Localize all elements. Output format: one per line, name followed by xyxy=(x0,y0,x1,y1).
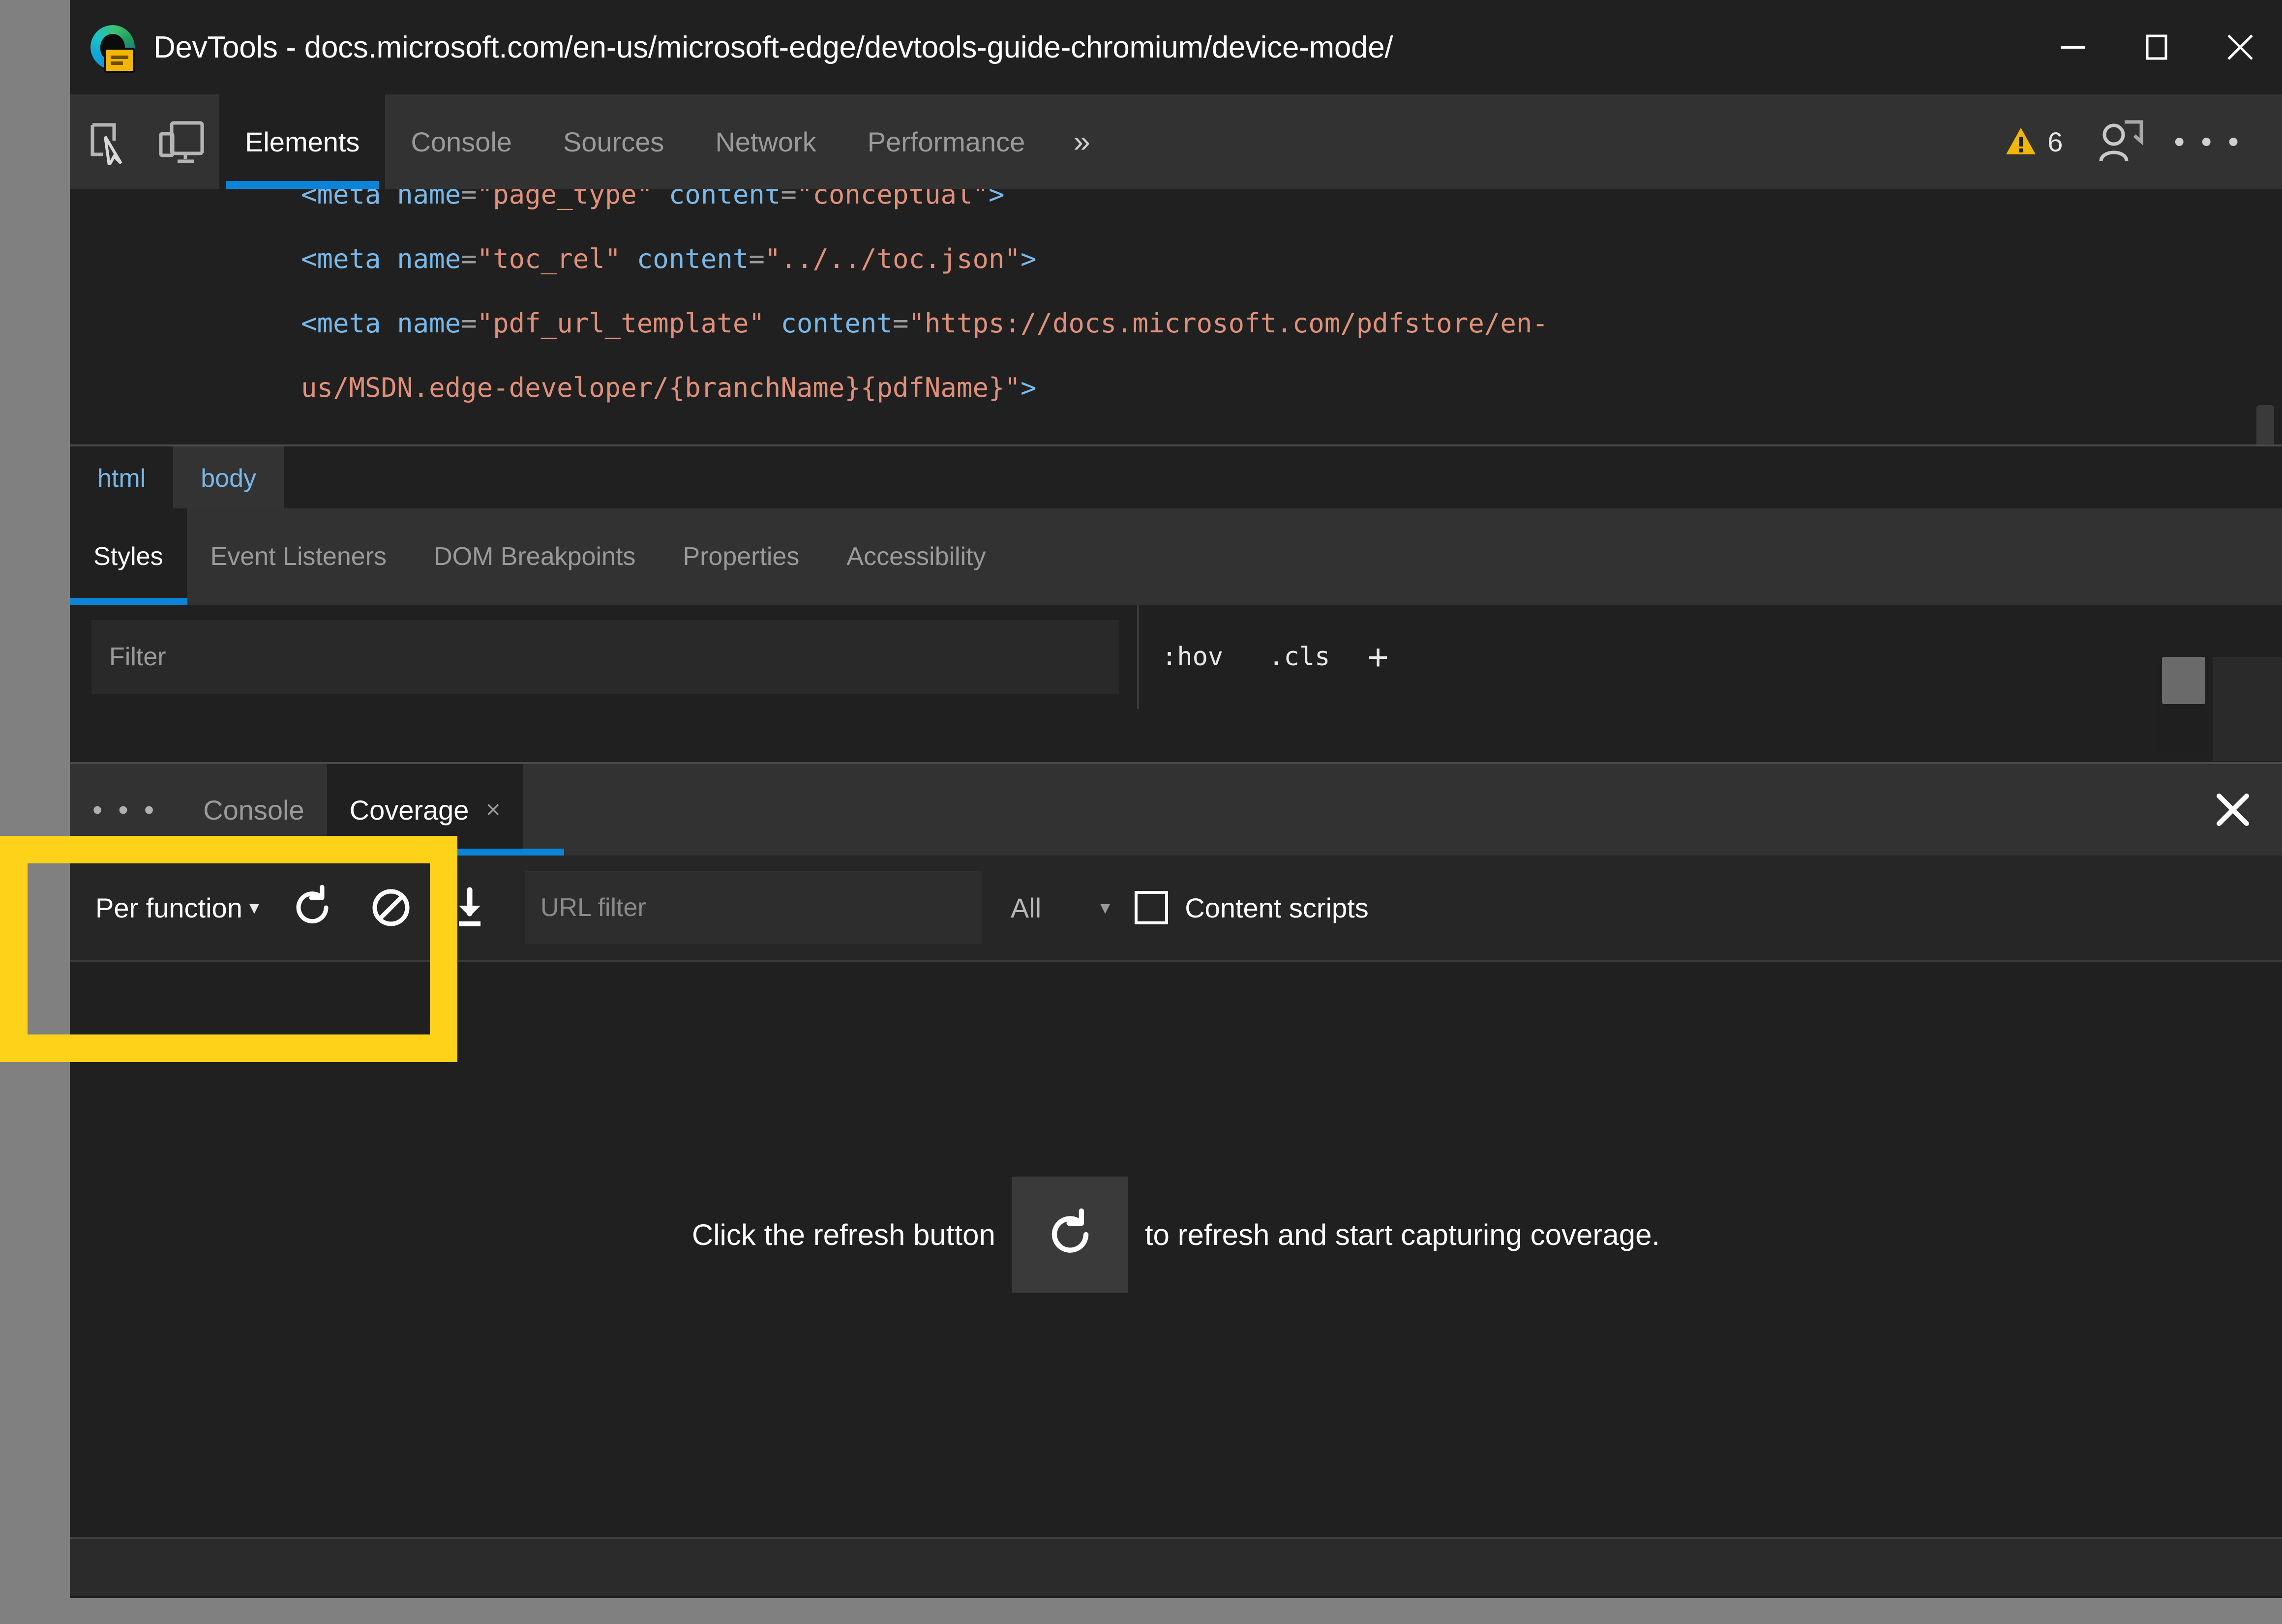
coverage-reload-button[interactable] xyxy=(273,856,352,960)
coverage-empty-message: Click the refresh button to refresh and … xyxy=(692,1177,1660,1293)
dom-line-toc-rel[interactable]: <meta name="toc_rel" content="../../toc.… xyxy=(70,227,2282,291)
screenshot-root: DevTools - docs.microsoft.com/en-us/micr… xyxy=(0,0,2282,1624)
tab-properties[interactable]: Properties xyxy=(659,508,823,605)
tab-event-listeners-label: Event Listeners xyxy=(210,542,387,571)
content-scripts-checkbox[interactable] xyxy=(1135,891,1169,924)
drawer-tabbar: • • • Console Coverage × xyxy=(70,764,2282,856)
tab-accessibility-label: Accessibility xyxy=(846,542,986,571)
close-drawer-icon xyxy=(2217,794,2249,826)
microsoft-edge-devtools-logo-icon xyxy=(85,19,141,75)
maximize-button[interactable] xyxy=(2115,0,2198,94)
dom-tree-scrollbar-thumb[interactable] xyxy=(2256,405,2274,444)
download-icon xyxy=(458,887,480,926)
panel-tabbar-right-controls: 6 • • • xyxy=(2003,94,2282,189)
warning-triangle-icon xyxy=(2006,128,2036,154)
drawer-tab-console-label: Console xyxy=(203,794,304,826)
window-title: DevTools - docs.microsoft.com/en-us/micr… xyxy=(153,30,1393,64)
drawer-tab-console[interactable]: Console xyxy=(180,764,327,856)
tab-styles[interactable]: Styles xyxy=(70,508,187,605)
reload-icon xyxy=(296,885,329,924)
dom-line-pdf-url-template[interactable]: <meta name="pdf_url_template" content="h… xyxy=(70,291,2282,355)
coverage-type-filter-label: All xyxy=(1010,892,1042,923)
tab-dom-breakpoints[interactable]: DOM Breakpoints xyxy=(410,508,659,605)
breadcrumb-item-body[interactable]: body xyxy=(173,446,284,510)
dom-line-clipped[interactable]: <meta name="page_type" content="conceptu… xyxy=(70,189,2282,227)
close-drawer-button[interactable] xyxy=(2184,764,2282,856)
coverage-status-bar xyxy=(70,1537,2282,1596)
tab-sources-label: Sources xyxy=(563,126,664,157)
tab-elements-label: Elements xyxy=(245,126,360,157)
coverage-clear-button[interactable] xyxy=(352,856,430,960)
close-button[interactable] xyxy=(2198,0,2282,94)
cls-toggle-button[interactable]: .cls xyxy=(1246,642,1352,672)
content-scripts-label: Content scripts xyxy=(1185,892,1369,923)
drawer-tab-coverage-label: Coverage xyxy=(349,794,469,826)
coverage-export-button[interactable] xyxy=(430,856,509,960)
breadcrumb-item-html-label: html xyxy=(97,464,146,493)
styles-filter-toolbar: Filter :hov .cls + xyxy=(70,605,2282,709)
coverage-empty-text-after: to refresh and start capturing coverage. xyxy=(1144,1218,1660,1251)
tab-properties-label: Properties xyxy=(683,542,800,571)
device-emulation-icon[interactable] xyxy=(145,94,219,189)
tab-elements[interactable]: Elements xyxy=(219,94,386,189)
title-bar: DevTools - docs.microsoft.com/en-us/micr… xyxy=(70,0,2282,94)
tab-accessibility[interactable]: Accessibility xyxy=(823,508,1009,605)
inspect-element-icon[interactable] xyxy=(70,94,145,189)
tab-styles-label: Styles xyxy=(93,542,163,571)
drawer-tab-coverage-close-icon[interactable]: × xyxy=(485,795,500,825)
breadcrumb-item-html[interactable]: html xyxy=(70,446,173,510)
hov-toggle-button[interactable]: :hov xyxy=(1139,642,1246,672)
tab-console-label: Console xyxy=(411,126,512,157)
styles-panel-right-rail xyxy=(2213,657,2282,761)
coverage-empty-state: Click the refresh button to refresh and … xyxy=(70,962,2282,1596)
styles-scrollbar-thumb[interactable] xyxy=(2162,657,2205,704)
tab-performance-label: Performance xyxy=(867,126,1025,157)
content-scripts-toggle[interactable]: Content scripts xyxy=(1135,891,1369,924)
warning-status[interactable]: 6 xyxy=(2003,124,2063,159)
drawer-more-tools-button[interactable]: • • • xyxy=(70,764,180,856)
new-style-rule-button[interactable]: + xyxy=(1352,636,1403,678)
tab-sources[interactable]: Sources xyxy=(538,94,690,189)
styles-scrollbar[interactable] xyxy=(2158,657,2209,753)
coverage-granularity-label: Per function xyxy=(95,892,242,923)
more-tabs-chevron-icon[interactable]: » xyxy=(1051,94,1112,189)
tab-network[interactable]: Network xyxy=(690,94,841,189)
tab-console[interactable]: Console xyxy=(385,94,537,189)
devtools-panel-tabbar: Elements Console Sources Network Perform… xyxy=(70,94,2282,189)
tab-performance[interactable]: Performance xyxy=(842,94,1051,189)
breadcrumb: html body xyxy=(70,444,2282,510)
coverage-type-filter-select[interactable]: All ▾ xyxy=(1011,892,1110,924)
tab-dom-breakpoints-label: DOM Breakpoints xyxy=(434,542,636,571)
minimize-button[interactable] xyxy=(2031,0,2115,94)
chevron-down-icon: ▾ xyxy=(1100,897,1111,918)
breadcrumb-item-body-label: body xyxy=(201,464,257,493)
more-options-button[interactable]: • • • xyxy=(2157,124,2259,159)
drawer-tab-coverage[interactable]: Coverage × xyxy=(327,764,564,856)
refresh-icon xyxy=(1051,1208,1089,1253)
coverage-granularity-dropdown[interactable]: Per function ▾ xyxy=(70,892,273,924)
chevron-down-icon: ▾ xyxy=(249,897,259,918)
tab-event-listeners[interactable]: Event Listeners xyxy=(187,508,410,605)
devtools-drawer: • • • Console Coverage × Per function ▾ … xyxy=(70,762,2282,1598)
styles-filter-input[interactable]: Filter xyxy=(91,620,1119,694)
coverage-toolbar: Per function ▾ URL filter All ▾ Content … xyxy=(70,856,2282,962)
styles-sidebar-tabbar: Styles Event Listeners DOM Breakpoints P… xyxy=(70,508,2282,605)
dom-tree-panel[interactable]: <meta name="page_type" content="conceptu… xyxy=(70,189,2282,444)
warning-count: 6 xyxy=(2047,126,2063,157)
dom-tree-scrollbar[interactable] xyxy=(2254,385,2276,444)
coverage-empty-text-before: Click the refresh button xyxy=(691,1218,995,1251)
devtools-window: DevTools - docs.microsoft.com/en-us/micr… xyxy=(70,0,2282,1598)
coverage-inline-refresh-button[interactable] xyxy=(1012,1177,1128,1293)
feedback-person-icon[interactable] xyxy=(2082,118,2157,165)
tab-network-label: Network xyxy=(715,126,816,157)
clear-prohibited-icon xyxy=(372,889,410,926)
coverage-url-filter-input[interactable]: URL filter xyxy=(524,871,982,944)
window-controls xyxy=(2031,0,2282,94)
dom-line-pdf-url-continuation[interactable]: us/MSDN.edge-developer/{branchName}{pdfN… xyxy=(70,355,2282,420)
